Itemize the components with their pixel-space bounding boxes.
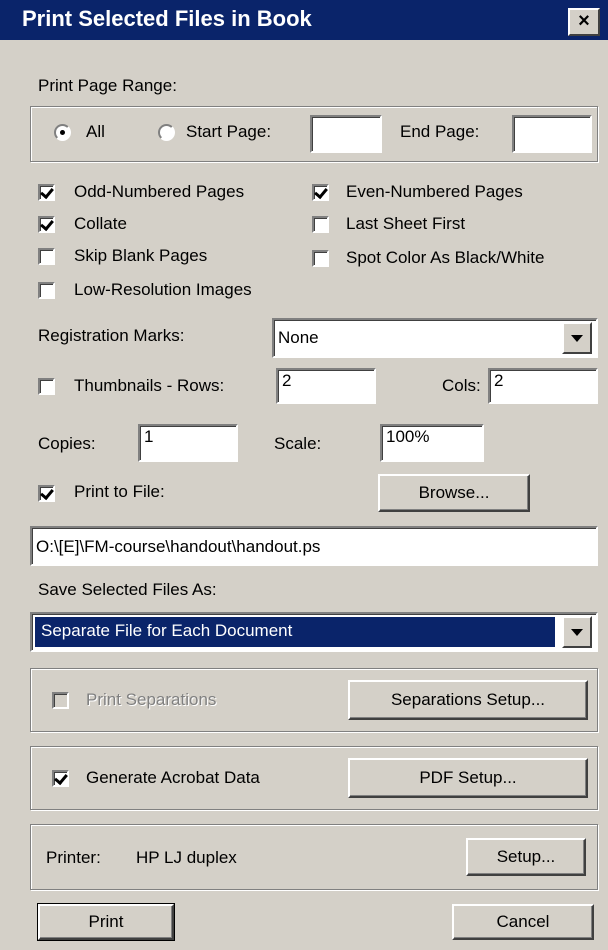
separations-setup-button[interactable]: Separations Setup... bbox=[348, 680, 588, 720]
skip-blank-checkbox[interactable] bbox=[38, 248, 55, 265]
registration-select[interactable]: None bbox=[272, 318, 598, 358]
end-page-input[interactable] bbox=[512, 115, 592, 153]
output-file-path-input[interactable]: O:\[E]\FM-course\handout\handout.ps bbox=[30, 526, 598, 566]
registration-label: Registration Marks: bbox=[38, 326, 185, 345]
thumbnails-checkbox[interactable] bbox=[38, 378, 55, 395]
registration-value: None bbox=[278, 328, 319, 347]
print-separations-checkbox[interactable] bbox=[52, 692, 69, 709]
low-res-label: Low-Resolution Images bbox=[74, 280, 252, 299]
save-as-select[interactable]: Separate File for Each Document bbox=[30, 612, 598, 652]
radio-start-page[interactable] bbox=[158, 124, 175, 141]
last-sheet-first-checkbox[interactable] bbox=[312, 216, 329, 233]
save-as-value: Separate File for Each Document bbox=[35, 617, 555, 647]
odd-pages-label: Odd-Numbered Pages bbox=[74, 182, 245, 201]
printer-label: Printer: bbox=[46, 848, 101, 867]
print-to-file-checkbox[interactable] bbox=[38, 485, 55, 502]
thumbnails-rows-input[interactable]: 2 bbox=[276, 368, 376, 404]
save-as-label: Save Selected Files As: bbox=[38, 580, 217, 599]
start-page-input[interactable] bbox=[310, 115, 382, 153]
printer-setup-button[interactable]: Setup... bbox=[466, 838, 586, 876]
close-button[interactable]: × bbox=[568, 8, 600, 36]
collate-checkbox[interactable] bbox=[38, 216, 55, 233]
skip-blank-label: Skip Blank Pages bbox=[74, 246, 208, 265]
scale-label: Scale: bbox=[274, 434, 322, 453]
scale-input[interactable]: 100% bbox=[380, 424, 484, 462]
browse-button[interactable]: Browse... bbox=[378, 474, 530, 512]
thumbnails-cols-label: Cols: bbox=[442, 376, 481, 395]
thumbnails-cols-input[interactable]: 2 bbox=[488, 368, 598, 404]
page-range-label: Print Page Range: bbox=[38, 76, 177, 95]
registration-dropdown-arrow-icon[interactable] bbox=[562, 322, 592, 354]
even-pages-checkbox[interactable] bbox=[312, 184, 329, 201]
save-as-dropdown-arrow-icon[interactable] bbox=[562, 616, 592, 648]
start-page-label: Start Page: bbox=[186, 122, 272, 141]
window-title: Print Selected Files in Book bbox=[22, 6, 312, 31]
odd-pages-checkbox[interactable] bbox=[38, 184, 55, 201]
collate-label: Collate bbox=[74, 214, 127, 233]
radio-all-label: All bbox=[86, 122, 105, 141]
thumbnails-label: Thumbnails - Rows: bbox=[74, 376, 225, 395]
spot-color-checkbox[interactable] bbox=[312, 250, 329, 267]
even-pages-label: Even-Numbered Pages bbox=[346, 182, 523, 201]
radio-all[interactable] bbox=[54, 124, 71, 141]
print-to-file-label: Print to File: bbox=[74, 482, 165, 501]
copies-label: Copies: bbox=[38, 434, 96, 453]
last-sheet-first-label: Last Sheet First bbox=[346, 214, 466, 233]
copies-input[interactable]: 1 bbox=[138, 424, 238, 462]
generate-acrobat-checkbox[interactable] bbox=[52, 770, 69, 787]
printer-name: HP LJ duplex bbox=[136, 848, 237, 867]
cancel-button[interactable]: Cancel bbox=[452, 904, 594, 940]
generate-acrobat-label: Generate Acrobat Data bbox=[86, 768, 260, 787]
print-separations-label: Print Separations bbox=[86, 690, 217, 709]
low-res-checkbox[interactable] bbox=[38, 282, 55, 299]
spot-color-label: Spot Color As Black/White bbox=[346, 248, 545, 267]
pdf-setup-button[interactable]: PDF Setup... bbox=[348, 758, 588, 798]
end-page-label: End Page: bbox=[400, 122, 480, 141]
print-button[interactable]: Print bbox=[37, 903, 175, 941]
